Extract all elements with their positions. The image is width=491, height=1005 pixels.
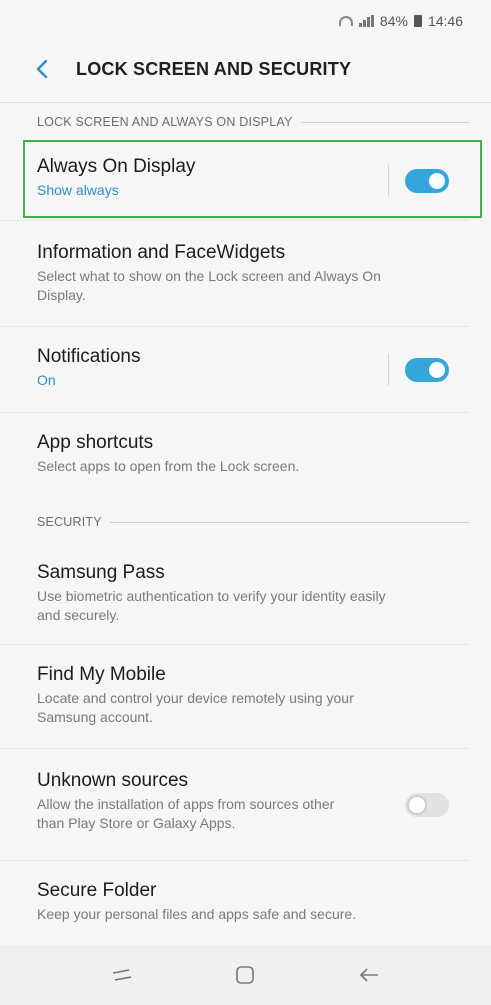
nav-back-button[interactable] <box>349 955 389 995</box>
status-icons: 84% 14:46 <box>338 13 463 29</box>
clock: 14:46 <box>427 13 463 29</box>
vertical-separator <box>388 164 389 197</box>
setting-subtitle: Use biometric authentication to verify y… <box>37 588 386 623</box>
setting-notifications[interactable]: Notifications On <box>0 327 469 413</box>
setting-subtitle: On <box>37 372 56 388</box>
section-header-lock-screen: LOCK SCREEN AND ALWAYS ON DISPLAY <box>0 103 491 141</box>
setting-title: App shortcuts <box>37 432 154 453</box>
setting-subtitle: Keep your personal files and apps safe a… <box>37 906 357 922</box>
setting-title: Notifications <box>37 346 141 367</box>
signal-icon <box>358 15 374 27</box>
recents-icon <box>112 969 131 981</box>
section-line <box>300 121 469 123</box>
nav-back-icon <box>360 968 379 982</box>
unknown-sources-toggle[interactable] <box>405 792 449 817</box>
setting-secure-folder[interactable]: Secure Folder Keep your personal files a… <box>0 861 469 947</box>
setting-subtitle: Allow the installation of apps from sour… <box>37 796 335 831</box>
section-header-security: SECURITY <box>0 503 491 541</box>
setting-app-shortcuts[interactable]: App shortcuts Select apps to open from t… <box>0 413 469 503</box>
setting-info-facewidgets[interactable]: Information and FaceWidgets Select what … <box>0 221 469 327</box>
app-header: LOCK SCREEN AND SECURITY <box>0 42 491 96</box>
battery-icon <box>413 15 422 27</box>
setting-title: Information and FaceWidgets <box>37 242 286 263</box>
toggle-container <box>388 353 449 386</box>
setting-subtitle: Select apps to open from the Lock screen… <box>37 458 300 474</box>
wifi-icon <box>338 16 353 26</box>
section-line <box>109 521 469 523</box>
setting-title: Always On Display <box>37 156 196 177</box>
status-bar: 84% 14:46 <box>0 0 491 42</box>
toggle-knob <box>407 794 427 815</box>
setting-title: Find My Mobile <box>37 664 166 685</box>
setting-title: Unknown sources <box>37 770 189 791</box>
back-button[interactable] <box>30 57 54 81</box>
setting-title: Secure Folder <box>37 880 157 901</box>
setting-subtitle: Select what to show on the Lock screen a… <box>37 268 381 303</box>
home-button[interactable] <box>225 955 265 995</box>
toggle-container <box>405 792 449 817</box>
setting-subtitle: Show always <box>37 182 119 198</box>
toggle-knob <box>427 359 447 380</box>
page-title: LOCK SCREEN AND SECURITY <box>76 58 352 79</box>
toggle-container <box>388 164 449 197</box>
home-icon <box>236 966 255 984</box>
toggle-knob <box>427 170 447 191</box>
nav-bar <box>0 945 491 1005</box>
setting-samsung-pass[interactable]: Samsung Pass Use biometric authenticatio… <box>0 541 469 645</box>
setting-unknown-sources[interactable]: Unknown sources Allow the installation o… <box>0 749 469 861</box>
section-label: LOCK SCREEN AND ALWAYS ON DISPLAY <box>37 115 293 129</box>
section-label: SECURITY <box>37 515 102 529</box>
setting-find-my-mobile[interactable]: Find My Mobile Locate and control your d… <box>0 645 469 749</box>
recents-button[interactable] <box>102 955 142 995</box>
battery-percent: 84% <box>379 13 408 29</box>
setting-subtitle: Locate and control your device remotely … <box>37 690 354 725</box>
back-arrow-icon <box>36 59 48 79</box>
setting-title: Samsung Pass <box>37 562 165 583</box>
always-on-toggle[interactable] <box>405 168 449 193</box>
notifications-toggle[interactable] <box>405 357 449 382</box>
vertical-separator <box>388 353 389 386</box>
setting-always-on-display[interactable]: Always On Display Show always <box>0 141 469 221</box>
